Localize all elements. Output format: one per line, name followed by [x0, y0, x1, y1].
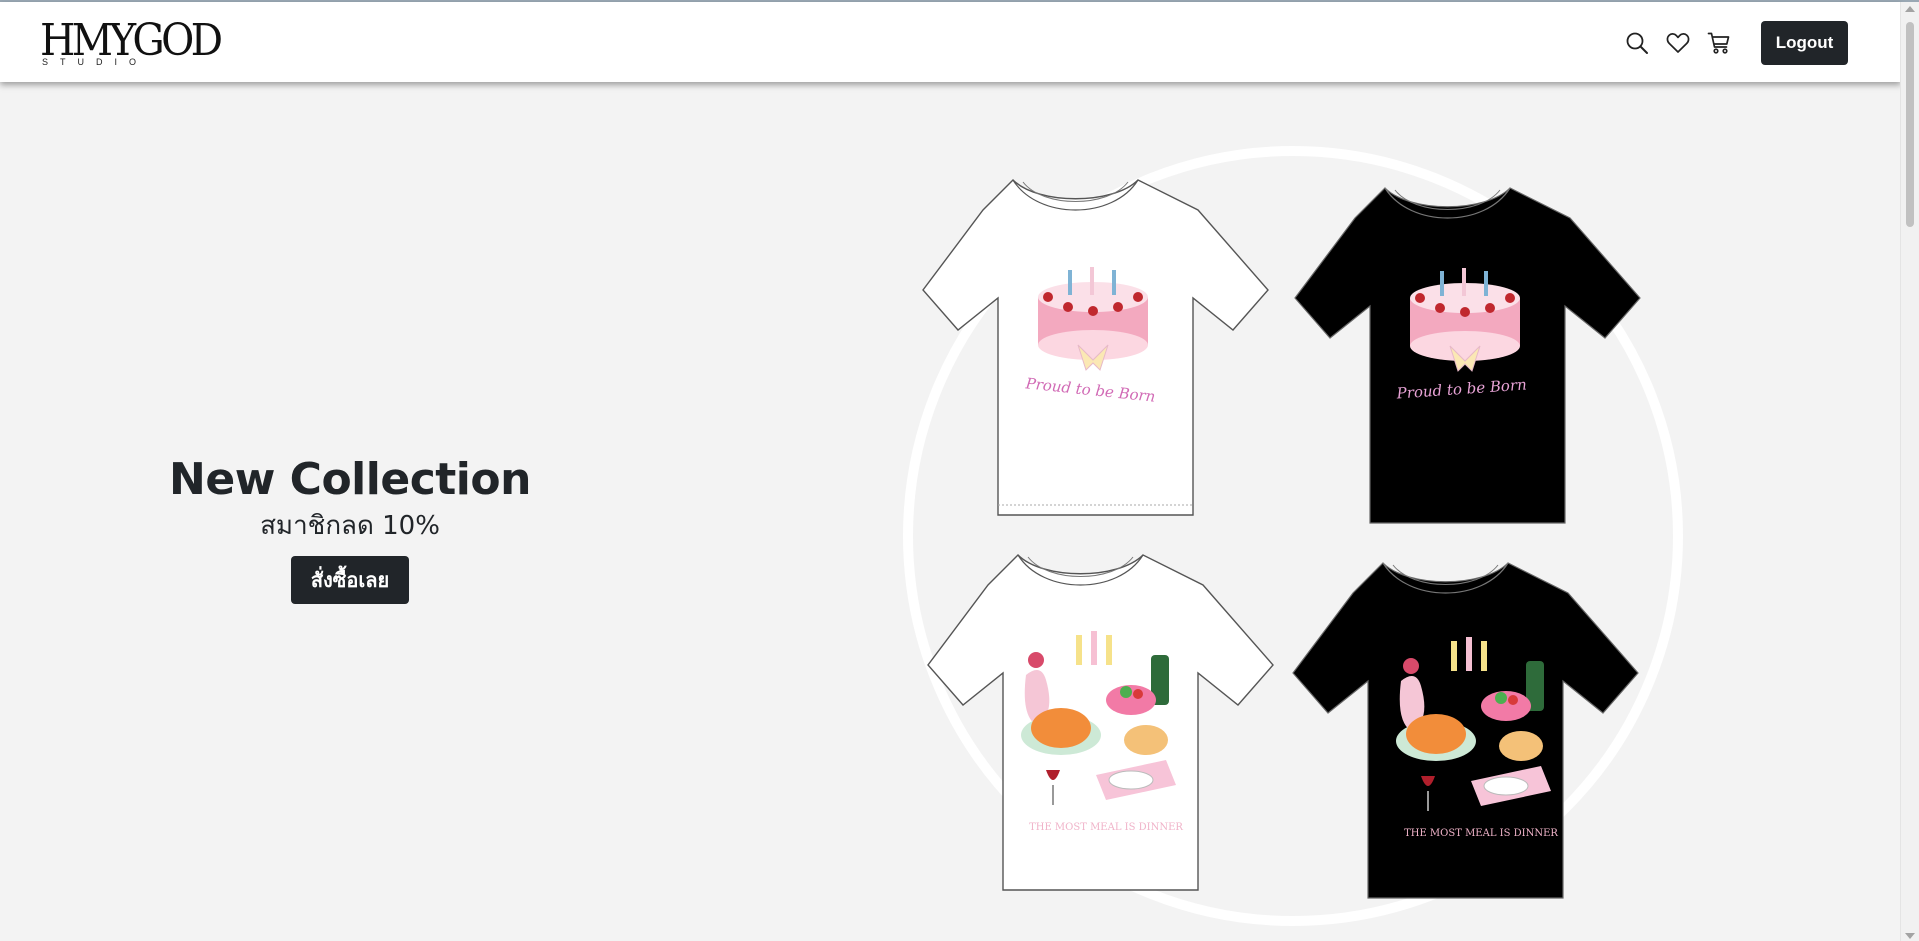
- tshirt-white-dinner: THE MOST MEAL IS DINNER: [927, 554, 1274, 891]
- scroll-down-arrow-icon[interactable]: [1905, 933, 1915, 939]
- hero-text: New Collection สมาชิกลด 10% สั่งซื้อเลย: [150, 452, 550, 604]
- scroll-up-arrow-icon[interactable]: [1905, 6, 1915, 12]
- scrollbar-thumb[interactable]: [1906, 22, 1914, 227]
- search-icon[interactable]: [1624, 30, 1650, 56]
- logo-subtext: STUDIO: [42, 57, 149, 67]
- tshirt-black-dinner: THE MOST MEAL IS DINNER: [1292, 562, 1639, 899]
- tshirt-white-cake: Proud to be Born: [922, 179, 1269, 516]
- brand-logo[interactable]: HMYGOD STUDIO: [40, 17, 223, 69]
- logout-button[interactable]: Logout: [1761, 21, 1848, 65]
- tshirt-black-cake: Proud to be Born: [1294, 187, 1641, 524]
- header-actions: Logout: [1624, 21, 1848, 65]
- page: HMYGOD STUDIO Logout New Collection สมาช…: [0, 0, 1919, 941]
- cart-icon[interactable]: [1706, 30, 1732, 56]
- hero-title: New Collection: [169, 454, 531, 505]
- site-header: HMYGOD STUDIO Logout: [0, 2, 1901, 82]
- shirt-print-text: THE MOST MEAL IS DINNER: [1404, 828, 1558, 839]
- hero-subtitle: สมาชิกลด 10%: [260, 511, 440, 541]
- vertical-scrollbar[interactable]: [1900, 2, 1919, 941]
- shirt-print-text: THE MOST MEAL IS DINNER: [1029, 822, 1183, 833]
- shop-now-button[interactable]: สั่งซื้อเลย: [291, 556, 409, 604]
- heart-icon[interactable]: [1665, 30, 1691, 56]
- hero-product-image[interactable]: Proud to be Born Proud to be Born THE MO…: [890, 140, 1690, 941]
